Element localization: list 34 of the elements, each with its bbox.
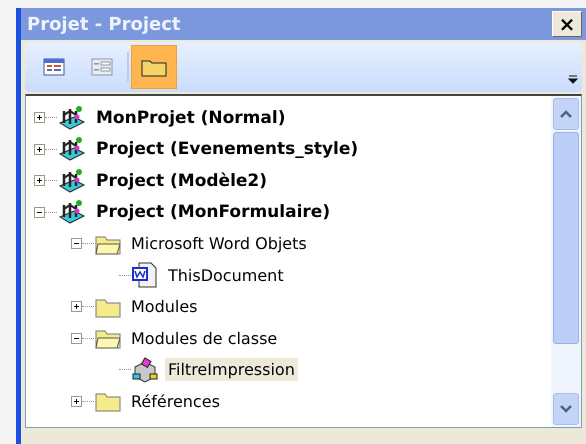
project-icon: [57, 104, 87, 131]
expander-icon[interactable]: [71, 332, 82, 344]
scroll-down-icon[interactable]: [553, 393, 579, 425]
tree-item[interactable]: FiltreImpression: [165, 358, 298, 382]
scroll-thumb[interactable]: [553, 132, 579, 344]
tree-item[interactable]: Project (Modèle2): [93, 168, 270, 193]
tree-item[interactable]: Modules de classe: [128, 326, 280, 350]
window-title: Projet - Project: [27, 14, 181, 34]
scroll-up-icon[interactable]: [553, 98, 579, 130]
project-icon: [57, 199, 87, 226]
project-icon: [57, 136, 87, 162]
expander-icon[interactable]: [71, 238, 82, 250]
expander-icon[interactable]: [71, 301, 82, 312]
class-module-icon: [131, 356, 159, 383]
tree-item[interactable]: Microsoft Word Objets: [128, 232, 310, 256]
vertical-scrollbar[interactable]: [551, 96, 581, 427]
toolbar-options-icon[interactable]: [568, 74, 578, 86]
expander-icon[interactable]: [34, 112, 45, 124]
expander-icon[interactable]: [34, 144, 45, 155]
expander-icon[interactable]: [34, 175, 45, 186]
tree-item[interactable]: ThisDocument: [165, 264, 287, 287]
project-icon: [57, 168, 87, 194]
toggle-folders-button[interactable]: [131, 45, 177, 89]
tree-item[interactable]: Project (Evenements_style): [93, 137, 362, 162]
close-button[interactable]: ×: [552, 11, 582, 37]
form-icon: [91, 57, 113, 77]
tree-item[interactable]: Modules: [128, 295, 201, 318]
tree-item[interactable]: Références: [128, 390, 223, 413]
tree-item[interactable]: Project (MonFormulaire): [93, 200, 334, 224]
word-document-icon: [131, 261, 159, 290]
expander-icon[interactable]: [34, 206, 45, 218]
tree-item[interactable]: MonProjet (Normal): [93, 106, 288, 130]
expander-icon[interactable]: [71, 396, 82, 407]
code-window-icon: [43, 57, 65, 77]
